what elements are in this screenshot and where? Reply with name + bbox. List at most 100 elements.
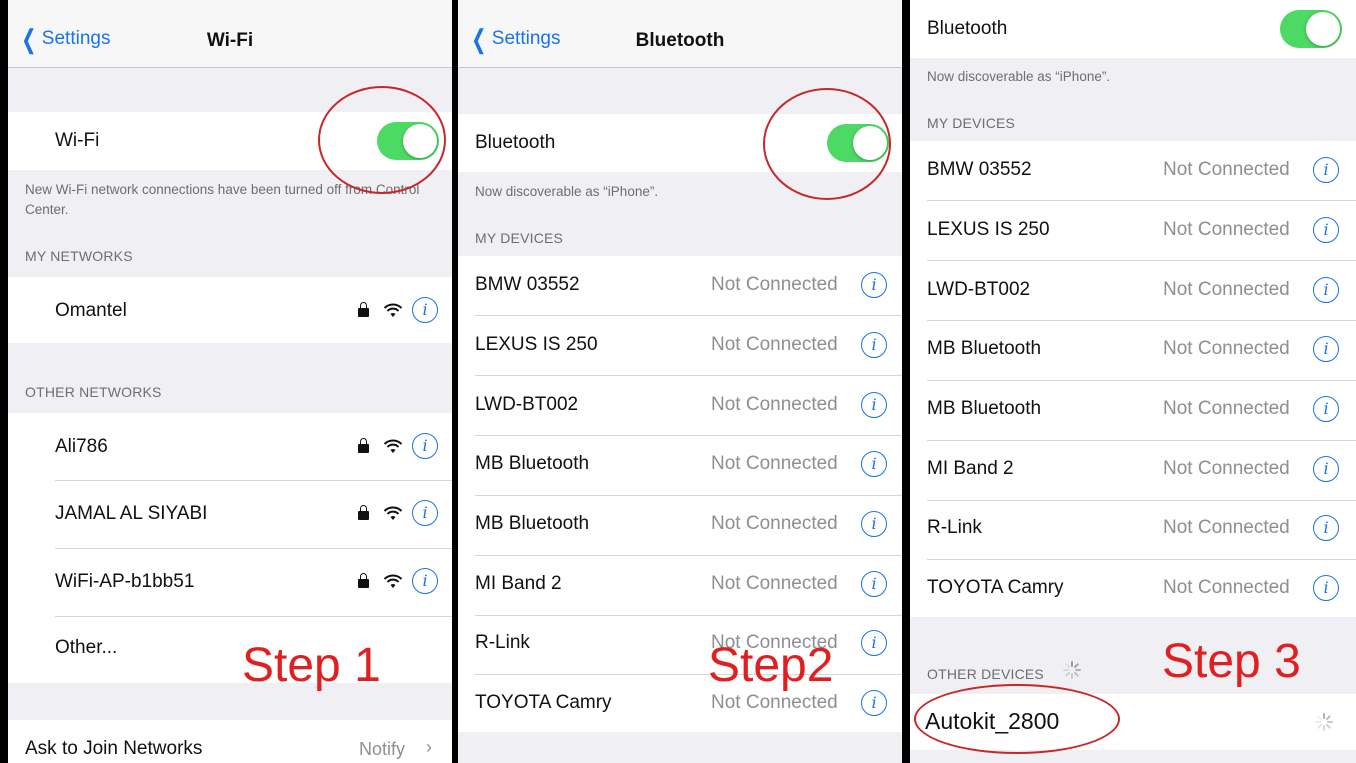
info-icon[interactable]: i [412,297,438,323]
bluetooth-settings-panel: ❮ Settings Bluetooth Bluetooth Now disco… [458,0,902,763]
device-status: Not Connected [711,274,838,295]
other-network-row[interactable]: Other... [8,617,452,683]
bluetooth-label: Bluetooth [927,18,1008,39]
info-icon[interactable]: i [412,433,438,459]
device-name: R-Link [927,517,982,538]
device-row[interactable]: MB Bluetooth Not Connected i [458,436,902,495]
info-icon[interactable]: i [861,690,887,716]
info-icon[interactable]: i [861,392,887,418]
network-row[interactable]: WiFi-AP-b1bb51 i [8,549,452,616]
device-row[interactable]: R-Link Not Connected i [458,616,902,674]
loading-spinner-icon [1315,713,1333,731]
device-name: BMW 03552 [475,274,580,295]
wifi-signal-icon [383,439,403,453]
step-label: Step 3 [1162,635,1301,688]
my-networks-header: MY NETWORKS [25,248,133,264]
device-row[interactable]: TOYOTA Camry Not Connected i [458,675,902,732]
network-row[interactable]: JAMAL AL SIYABI i [8,481,452,548]
info-icon[interactable]: i [412,568,438,594]
device-name: TOYOTA Camry [475,692,612,713]
device-name: MI Band 2 [475,573,562,594]
info-icon[interactable]: i [412,500,438,526]
info-icon[interactable]: i [1313,575,1339,601]
info-icon[interactable]: i [1313,277,1339,303]
device-name: MB Bluetooth [927,398,1042,419]
info-icon[interactable]: i [861,571,887,597]
device-name: LEXUS IS 250 [927,219,1050,240]
device-status: Not Connected [1163,219,1290,240]
lock-icon [358,438,369,453]
bluetooth-toggle-row: Bluetooth [910,0,1356,58]
device-name: TOYOTA Camry [927,577,1064,598]
device-row[interactable]: LWD-BT002 Not Connected i [910,261,1356,320]
device-name: MB Bluetooth [927,338,1042,359]
device-row[interactable]: TOYOTA Camry Not Connected i [910,560,1356,617]
navigation-bar: ❮ Settings Wi-Fi [8,0,452,68]
device-name: BMW 03552 [927,159,1032,180]
ask-to-join-row[interactable]: Ask to Join Networks Notify › [8,720,452,763]
network-row[interactable]: Omantel i [8,277,452,343]
device-row[interactable]: LEXUS IS 250 Not Connected i [910,201,1356,260]
wifi-label: Wi-Fi [55,130,100,151]
device-row[interactable]: MI Band 2 Not Connected i [458,556,902,615]
device-status: Not Connected [711,394,838,415]
network-name: Ali786 [55,436,108,457]
lock-icon [358,505,369,520]
info-icon[interactable]: i [861,272,887,298]
info-icon[interactable]: i [1313,396,1339,422]
device-status: Not Connected [711,573,838,594]
info-icon[interactable]: i [1313,157,1339,183]
device-status: Not Connected [1163,398,1290,419]
wifi-signal-icon [383,303,403,317]
info-icon[interactable]: i [861,630,887,656]
page-title: Wi-Fi [206,30,254,51]
navigation-bar: ❮ Settings Bluetooth [458,0,902,68]
info-icon[interactable]: i [861,511,887,537]
device-name: LWD-BT002 [927,279,1031,300]
other-networks-header: OTHER NETWORKS [25,384,162,400]
my-devices-header: MY DEVICES [927,115,1016,131]
device-row[interactable]: BMW 03552 Not Connected i [910,141,1356,200]
bluetooth-toggle[interactable] [1280,10,1342,48]
highlight-circle [318,86,446,194]
device-status: Not Connected [711,334,838,355]
device-list: BMW 03552 Not Connected i LEXUS IS 250 N… [910,141,1356,617]
device-row[interactable]: LWD-BT002 Not Connected i [458,376,902,435]
device-status: Not Connected [1163,159,1290,180]
device-name: LEXUS IS 250 [475,334,598,355]
info-icon[interactable]: i [861,332,887,358]
info-icon[interactable]: i [1313,515,1339,541]
other-devices-header: OTHER DEVICES [927,666,1044,682]
device-row[interactable]: MB Bluetooth Not Connected i [910,321,1356,380]
chevron-right-icon: › [426,737,432,757]
info-icon[interactable]: i [861,451,887,477]
device-name: MI Band 2 [927,458,1014,479]
wifi-signal-icon [383,574,403,588]
bluetooth-label: Bluetooth [475,132,556,153]
device-status: Not Connected [711,453,838,474]
device-list: BMW 03552 Not Connected i LEXUS IS 250 N… [458,256,902,732]
device-row[interactable]: MI Band 2 Not Connected i [910,441,1356,500]
info-icon[interactable]: i [1313,336,1339,362]
discoverable-note: Now discoverable as “iPhone”. [927,69,1111,84]
device-status: Not Connected [1163,458,1290,479]
info-icon[interactable]: i [1313,456,1339,482]
network-row[interactable]: Ali786 i [8,413,452,480]
panel-divider [452,0,458,763]
step-label: Step2 [708,639,834,692]
info-icon[interactable]: i [1313,217,1339,243]
device-status: Not Connected [1163,517,1290,538]
device-row[interactable]: MB Bluetooth Not Connected i [458,496,902,555]
device-status: Not Connected [711,692,838,713]
device-row[interactable]: MB Bluetooth Not Connected i [910,381,1356,440]
lock-icon [358,302,369,317]
device-name: LWD-BT002 [475,394,579,415]
step-label: Step 1 [242,639,381,692]
device-row[interactable]: BMW 03552 Not Connected i [458,256,902,315]
device-row[interactable]: LEXUS IS 250 Not Connected i [458,316,902,375]
my-devices-header: MY DEVICES [475,230,564,246]
device-name: MB Bluetooth [475,453,590,474]
device-status: Not Connected [1163,338,1290,359]
network-name: JAMAL AL SIYABI [55,503,208,524]
device-row[interactable]: R-Link Not Connected i [910,501,1356,559]
